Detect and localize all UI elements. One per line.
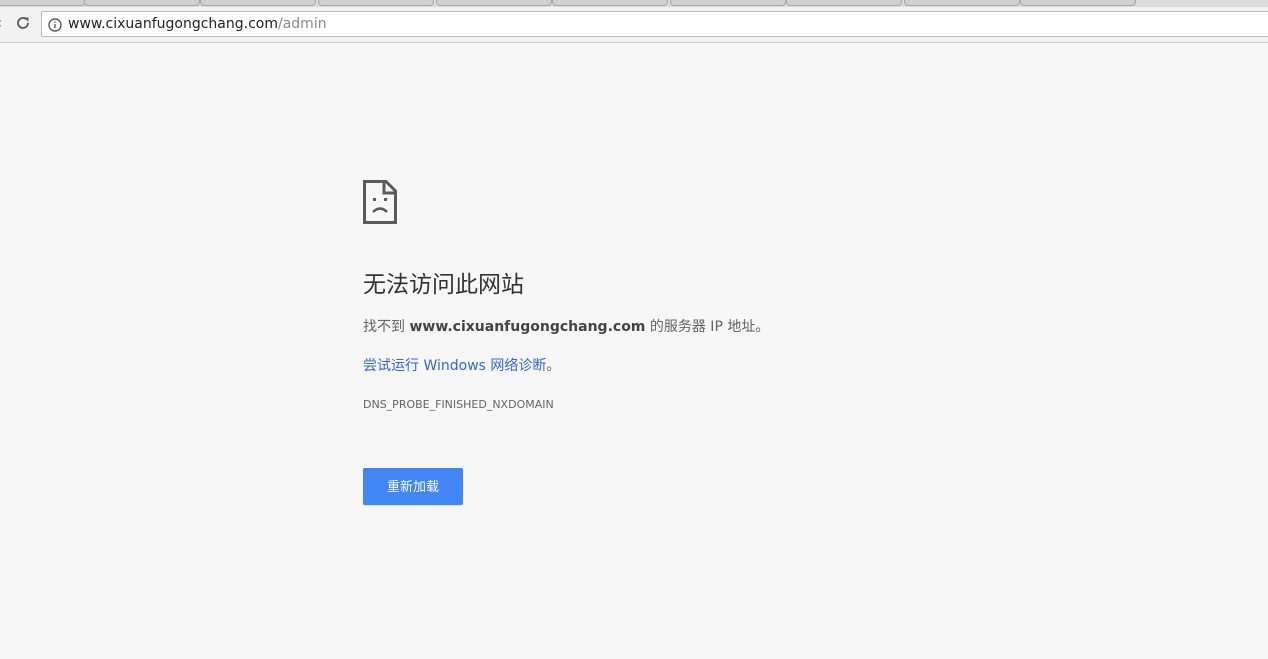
url-host: www.cixuanfugongchang.com	[68, 16, 278, 32]
url-text[interactable]: www.cixuanfugongchang.com/admin	[68, 12, 327, 36]
tab[interactable]	[200, 0, 316, 6]
tab[interactable]	[1020, 0, 1136, 6]
url-path: /admin	[278, 16, 327, 32]
tab[interactable]	[436, 0, 552, 6]
diagnose-line: 尝试运行 Windows 网络诊断。	[363, 356, 560, 376]
tab[interactable]	[552, 0, 668, 6]
message-domain: www.cixuanfugongchang.com	[409, 319, 646, 335]
tab[interactable]	[0, 0, 86, 6]
tab[interactable]	[786, 0, 902, 6]
address-bar[interactable]: www.cixuanfugongchang.com/admin	[41, 11, 1268, 37]
error-title: 无法访问此网站	[363, 272, 524, 298]
back-arrow-icon[interactable]: ‹	[0, 13, 6, 33]
browser-toolbar: ‹ www.cixuanfugongchang.com/admin	[0, 0, 1268, 43]
reload-icon[interactable]	[12, 12, 34, 34]
diagnose-link[interactable]: 尝试运行 Windows 网络诊断	[363, 358, 546, 374]
tab[interactable]	[84, 0, 200, 6]
error-code: DNS_PROBE_FINISHED_NXDOMAIN	[363, 398, 554, 411]
error-message: 找不到 www.cixuanfugongchang.com 的服务器 IP 地址…	[363, 317, 769, 337]
tab[interactable]	[318, 0, 434, 6]
message-suffix: 的服务器 IP 地址。	[649, 319, 770, 335]
message-prefix: 找不到	[363, 319, 405, 335]
sad-page-icon	[363, 180, 397, 224]
diagnose-suffix: 。	[546, 358, 561, 374]
reload-button[interactable]: 重新加载	[363, 468, 463, 505]
info-icon[interactable]	[48, 17, 62, 32]
tab[interactable]	[670, 0, 786, 6]
tab-strip	[0, 0, 1268, 7]
tab[interactable]	[904, 0, 1020, 6]
